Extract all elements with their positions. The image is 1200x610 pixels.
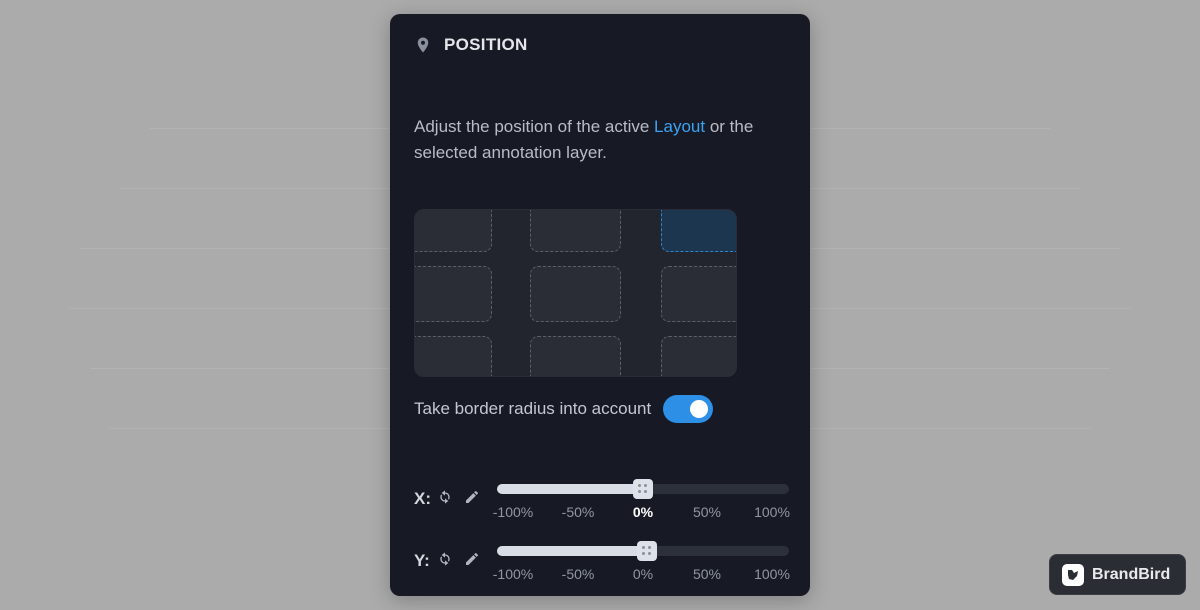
- brandbird-badge[interactable]: BrandBird: [1049, 554, 1186, 595]
- y-tick-label: -100%: [492, 566, 534, 582]
- y-slider-track[interactable]: -100% -50% 0% 50% 100%: [493, 541, 790, 582]
- x-tick-label: -100%: [492, 504, 534, 520]
- position-top-right[interactable]: [661, 210, 736, 252]
- y-slider-thumb[interactable]: [637, 541, 657, 561]
- x-tick-label-current: 0%: [632, 504, 654, 520]
- reset-icon[interactable]: [437, 551, 453, 567]
- y-tick-label: 100%: [754, 566, 790, 582]
- edit-icon[interactable]: [464, 551, 480, 567]
- position-middle-right[interactable]: [661, 266, 736, 322]
- x-tick-label: 50%: [692, 504, 722, 520]
- layout-link[interactable]: Layout: [654, 117, 705, 136]
- position-middle-center[interactable]: [530, 266, 621, 322]
- x-tick-label: -50%: [561, 504, 595, 520]
- position-bottom-center[interactable]: [530, 336, 621, 376]
- position-grid: [414, 209, 737, 377]
- y-tick-label: 0%: [632, 566, 654, 582]
- reset-icon[interactable]: [437, 489, 453, 505]
- brandbird-name: BrandBird: [1092, 565, 1171, 583]
- panel-header: POSITION: [414, 35, 528, 55]
- description-text: Adjust the position of the active: [414, 117, 655, 136]
- y-tick-label: -50%: [561, 566, 595, 582]
- position-bottom-right[interactable]: [661, 336, 736, 376]
- toggle-knob: [690, 400, 709, 418]
- y-slider-row: Y: -100% -50% 0% 50% 100%: [414, 541, 794, 596]
- y-slider-fill: [497, 546, 647, 556]
- panel-title: POSITION: [444, 35, 528, 54]
- x-slider-row: X: -100% -50% 0% 50% 100%: [414, 479, 794, 534]
- x-slider-fill: [497, 484, 643, 494]
- position-top-left[interactable]: [415, 210, 492, 252]
- panel-description: Adjust the position of the active Layout…: [414, 114, 794, 166]
- y-axis-label: Y:: [414, 551, 430, 570]
- y-tick-label: 50%: [692, 566, 722, 582]
- x-tick-label: 100%: [754, 504, 790, 520]
- border-radius-toggle[interactable]: [663, 395, 714, 423]
- border-radius-toggle-label: Take border radius into account: [414, 399, 652, 418]
- x-slider-track[interactable]: -100% -50% 0% 50% 100%: [493, 479, 790, 520]
- position-bottom-left[interactable]: [415, 336, 492, 376]
- position-top-center[interactable]: [530, 210, 621, 252]
- border-radius-toggle-row: Take border radius into account: [414, 394, 714, 424]
- position-middle-left[interactable]: [415, 266, 492, 322]
- pin-icon: [417, 37, 429, 53]
- edit-icon[interactable]: [464, 489, 480, 505]
- x-slider-thumb[interactable]: [633, 479, 653, 499]
- brandbird-logo-icon: [1062, 563, 1084, 586]
- x-axis-label: X:: [414, 489, 431, 508]
- position-panel: POSITION Adjust the position of the acti…: [390, 14, 810, 596]
